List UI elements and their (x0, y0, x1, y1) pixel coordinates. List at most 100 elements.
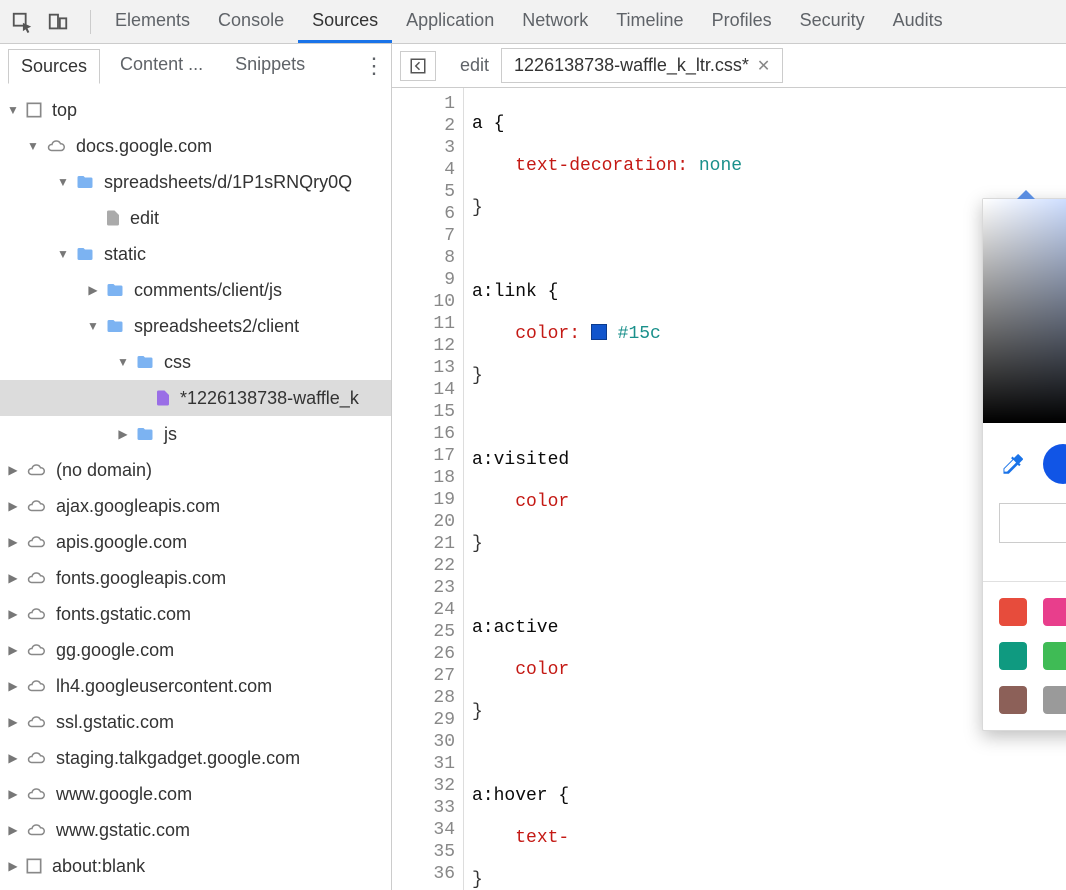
tree-item[interactable]: edit (0, 200, 391, 236)
panel-tab-timeline[interactable]: Timeline (602, 0, 697, 43)
disclosure-right-icon[interactable]: ▶ (6, 679, 20, 693)
folder-icon (104, 281, 126, 299)
palette-swatch[interactable] (999, 686, 1027, 714)
navigate-back-icon[interactable] (400, 51, 436, 81)
device-mode-icon[interactable] (44, 8, 72, 36)
tree-item[interactable]: ▶about:blank (0, 848, 391, 884)
panel-tab-profiles[interactable]: Profiles (698, 0, 786, 43)
disclosure-right-icon[interactable]: ▶ (6, 715, 20, 729)
more-options-icon[interactable]: ⋮ (357, 53, 391, 79)
tree-item[interactable]: ▼spreadsheets2/client (0, 308, 391, 344)
line-number: 31 (392, 754, 463, 776)
tree-item[interactable]: ▼static (0, 236, 391, 272)
color-swatch[interactable] (591, 324, 607, 340)
disclosure-down-icon[interactable]: ▼ (116, 355, 130, 369)
line-number: 27 (392, 666, 463, 688)
code-editor[interactable]: 1234567891011121314151617181920212223242… (392, 88, 1066, 890)
code-token: a:active (472, 618, 558, 638)
tree-item[interactable]: ▼css (0, 344, 391, 380)
sources-subtab-1[interactable]: Content ... (108, 48, 215, 83)
tree-item[interactable]: ▶ssl.gstatic.com (0, 704, 391, 740)
disclosure-right-icon[interactable]: ▶ (6, 643, 20, 657)
line-number: 1 (392, 94, 463, 116)
palette-swatch[interactable] (999, 642, 1027, 670)
color-picker[interactable]: ▲▼ HEX ▲▼ (982, 198, 1066, 731)
disclosure-down-icon[interactable]: ▼ (56, 175, 70, 189)
palette-swatch[interactable] (1043, 598, 1066, 626)
disclosure-down-icon[interactable]: ▼ (26, 139, 40, 153)
panel-tab-security[interactable]: Security (786, 0, 879, 43)
code-token: a:link { (472, 282, 558, 302)
tree-item-label: *1226138738-waffle_k (180, 388, 359, 409)
tree-item[interactable]: ▶apis.google.com (0, 524, 391, 560)
disclosure-down-icon[interactable]: ▼ (86, 319, 100, 333)
tree-item[interactable]: ▶comments/client/js (0, 272, 391, 308)
editor-tab[interactable]: 1226138738-waffle_k_ltr.css* ✕ (501, 48, 783, 83)
tree-item[interactable]: ▶ fonts.googleapis.com (0, 560, 391, 596)
tree-item[interactable]: ▼top (0, 92, 391, 128)
palette-swatch[interactable] (1043, 686, 1066, 714)
tree-item[interactable]: ▶js (0, 416, 391, 452)
disclosure-right-icon[interactable]: ▶ (6, 751, 20, 765)
disclosure-right-icon[interactable]: ▶ (86, 283, 100, 297)
sources-navigator: SourcesContent ...Snippets ⋮ ▼top▼docs.g… (0, 44, 392, 890)
panel-tab-elements[interactable]: Elements (101, 0, 204, 43)
line-number: 20 (392, 512, 463, 534)
editor-tabs: edit 1226138738-waffle_k_ltr.css* ✕ (392, 44, 1066, 88)
sources-subtab-2[interactable]: Snippets (223, 48, 317, 83)
panel-tab-application[interactable]: Application (392, 0, 508, 43)
panel-tab-console[interactable]: Console (204, 0, 298, 43)
line-number: 4 (392, 160, 463, 182)
panel-tab-network[interactable]: Network (508, 0, 602, 43)
line-number: 35 (392, 842, 463, 864)
folder-icon (74, 245, 96, 263)
tree-item[interactable]: ▶gg.google.com (0, 632, 391, 668)
code-token: color (515, 660, 569, 680)
devtools-panel-tabs: ElementsConsoleSourcesApplicationNetwork… (101, 0, 957, 43)
tree-item[interactable]: ▶www.gstatic.com (0, 812, 391, 848)
disclosure-right-icon[interactable]: ▶ (6, 859, 20, 873)
disclosure-right-icon[interactable]: ▶ (6, 787, 20, 801)
cloud-icon (24, 713, 48, 731)
disclosure-down-icon[interactable]: ▼ (56, 247, 70, 261)
disclosure-right-icon[interactable]: ▶ (6, 463, 20, 477)
close-icon[interactable]: ✕ (757, 56, 770, 76)
disclosure-right-icon[interactable]: ▶ (6, 823, 20, 837)
code-token: } (472, 198, 483, 218)
tree-item[interactable]: ▶fonts.gstatic.com (0, 596, 391, 632)
eyedropper-icon[interactable] (999, 451, 1025, 477)
tree-item[interactable]: ▶(no domain) (0, 452, 391, 488)
current-color-preview (1043, 444, 1066, 484)
code-token: } (472, 366, 483, 386)
folder-icon (74, 173, 96, 191)
editor-tab[interactable]: edit (448, 48, 501, 83)
hex-input[interactable] (999, 503, 1066, 543)
palette-swatch[interactable] (999, 598, 1027, 626)
line-number: 15 (392, 402, 463, 424)
sources-subtab-0[interactable]: Sources (8, 49, 100, 84)
tree-item[interactable]: ▶lh4.googleusercontent.com (0, 668, 391, 704)
panel-tab-sources[interactable]: Sources (298, 0, 392, 43)
disclosure-down-icon[interactable]: ▼ (6, 103, 20, 117)
tree-item-label: fonts.googleapis.com (56, 568, 226, 589)
saturation-value-field[interactable] (983, 199, 1066, 423)
inspect-icon[interactable] (8, 8, 36, 36)
tree-item[interactable]: ▶www.google.com (0, 776, 391, 812)
tree-item[interactable]: ▶ajax.googleapis.com (0, 488, 391, 524)
disclosure-right-icon[interactable]: ▶ (6, 535, 20, 549)
frame-icon (24, 100, 44, 120)
disclosure-right-icon[interactable]: ▶ (116, 427, 130, 441)
file-tree[interactable]: ▼top▼docs.google.com▼spreadsheets/d/1P1s… (0, 88, 391, 890)
tree-item[interactable]: ▼spreadsheets/d/1P1sRNQry0Q (0, 164, 391, 200)
tree-item[interactable]: ▶staging.talkgadget.google.com (0, 740, 391, 776)
palette-swatch[interactable] (1043, 642, 1066, 670)
code-content[interactable]: a { text-decoration: none } a:link { col… (464, 88, 893, 890)
disclosure-right-icon[interactable]: ▶ (6, 499, 20, 513)
line-number: 11 (392, 314, 463, 336)
panel-tab-audits[interactable]: Audits (879, 0, 957, 43)
disclosure-right-icon[interactable]: ▶ (6, 607, 20, 621)
tree-item[interactable]: ▼docs.google.com (0, 128, 391, 164)
tree-item[interactable]: *1226138738-waffle_k (0, 380, 391, 416)
disclosure-right-icon[interactable]: ▶ (6, 571, 20, 585)
editor-tab-label: 1226138738-waffle_k_ltr.css* (514, 55, 749, 76)
